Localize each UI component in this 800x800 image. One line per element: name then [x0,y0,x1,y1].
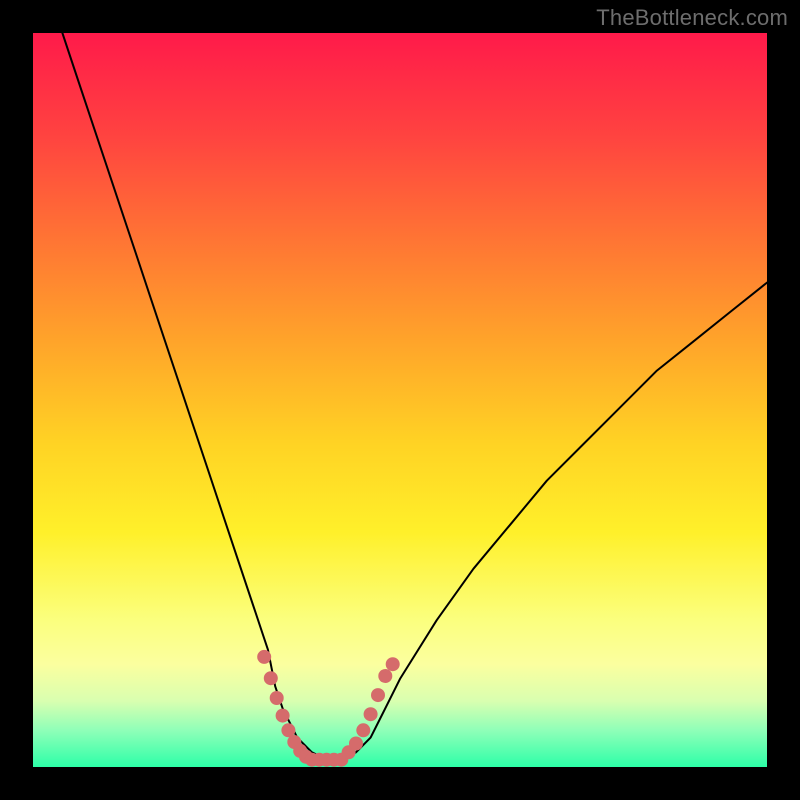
curve-layer [33,33,767,767]
bottleneck-curve [62,33,767,760]
marker-dot [257,650,271,664]
marker-dot [270,691,284,705]
marker-dot [264,671,278,685]
watermark-text: TheBottleneck.com [596,5,788,31]
chart-stage: TheBottleneck.com [0,0,800,800]
plot-area [33,33,767,767]
marker-dot [371,688,385,702]
marker-dot [378,669,392,683]
marker-dot [356,723,370,737]
highlight-markers [257,650,400,767]
marker-dot [364,707,378,721]
marker-dot [276,709,290,723]
marker-dot [349,737,363,751]
marker-dot [386,657,400,671]
